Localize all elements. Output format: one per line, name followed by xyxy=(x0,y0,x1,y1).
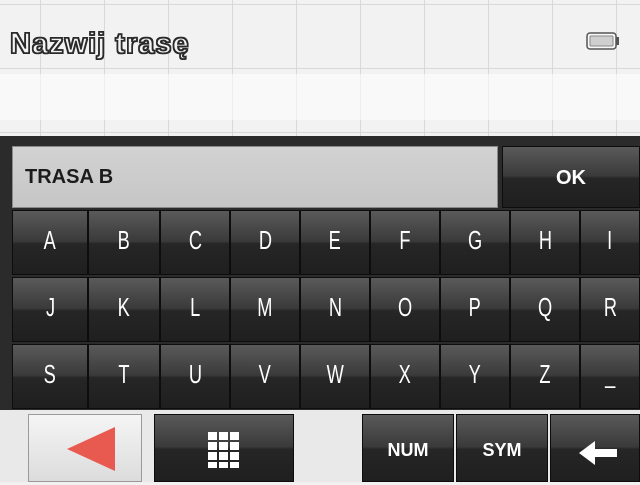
num-button[interactable]: NUM xyxy=(362,414,454,482)
route-name-input[interactable]: TRASA B xyxy=(12,146,498,208)
key-a[interactable]: A xyxy=(12,210,88,275)
key-label: U xyxy=(188,359,202,389)
key-o[interactable]: O xyxy=(370,277,440,342)
keypad-grid-icon xyxy=(208,432,239,468)
key-r[interactable]: R xyxy=(580,277,640,342)
key-i[interactable]: I xyxy=(580,210,640,275)
key-v[interactable]: V xyxy=(230,344,300,409)
key-label: S xyxy=(43,359,57,389)
key-label: _ xyxy=(604,359,616,389)
key-z[interactable]: Z xyxy=(510,344,580,409)
key-label: O xyxy=(397,292,413,322)
key-label: A xyxy=(43,225,57,255)
key-label: Y xyxy=(468,359,482,389)
key-label: F xyxy=(399,225,411,255)
key-m[interactable]: M xyxy=(230,277,300,342)
keypad-layout-button[interactable] xyxy=(154,414,294,482)
key-label: J xyxy=(45,292,55,322)
key-label: I xyxy=(607,225,613,255)
sym-button[interactable]: SYM xyxy=(456,414,548,482)
battery-icon xyxy=(586,32,619,50)
key-label: H xyxy=(538,225,552,255)
key-label: X xyxy=(398,359,412,389)
key-label: Q xyxy=(537,292,553,322)
key-y[interactable]: Y xyxy=(440,344,510,409)
key-h[interactable]: H xyxy=(510,210,580,275)
key-x[interactable]: X xyxy=(370,344,440,409)
key-u[interactable]: U xyxy=(160,344,230,409)
arrow-left-icon xyxy=(579,441,617,465)
key-c[interactable]: C xyxy=(160,210,230,275)
key-label: Z xyxy=(539,359,551,389)
key-label: B xyxy=(117,225,131,255)
key-p[interactable]: P xyxy=(440,277,510,342)
key-label: T xyxy=(118,359,130,389)
key-label: W xyxy=(326,359,344,389)
ok-button[interactable]: OK xyxy=(502,146,640,208)
key-label: M xyxy=(257,292,273,322)
key-d[interactable]: D xyxy=(230,210,300,275)
page-title: Nazwij trasę xyxy=(9,27,190,61)
key-n[interactable]: N xyxy=(300,277,370,342)
key-label: V xyxy=(258,359,272,389)
key-label: R xyxy=(603,292,617,322)
key-e[interactable]: E xyxy=(300,210,370,275)
key-w[interactable]: W xyxy=(300,344,370,409)
key-label: K xyxy=(117,292,131,322)
key-label: N xyxy=(328,292,342,322)
key-f[interactable]: F xyxy=(370,210,440,275)
key-t[interactable]: T xyxy=(88,344,160,409)
backspace-button[interactable] xyxy=(550,414,640,482)
key-label: P xyxy=(468,292,482,322)
key-label: G xyxy=(467,225,483,255)
key-k[interactable]: K xyxy=(88,277,160,342)
key-label: L xyxy=(189,292,201,322)
key-label: E xyxy=(328,225,342,255)
key-underscore[interactable]: _ xyxy=(580,344,640,409)
key-j[interactable]: J xyxy=(12,277,88,342)
key-l[interactable]: L xyxy=(160,277,230,342)
header-band xyxy=(0,74,640,120)
back-button[interactable] xyxy=(28,414,142,482)
key-s[interactable]: S xyxy=(12,344,88,409)
key-q[interactable]: Q xyxy=(510,277,580,342)
key-g[interactable]: G xyxy=(440,210,510,275)
key-label: D xyxy=(258,225,272,255)
key-b[interactable]: B xyxy=(88,210,160,275)
key-label: C xyxy=(188,225,202,255)
triangle-left-icon xyxy=(67,427,115,471)
